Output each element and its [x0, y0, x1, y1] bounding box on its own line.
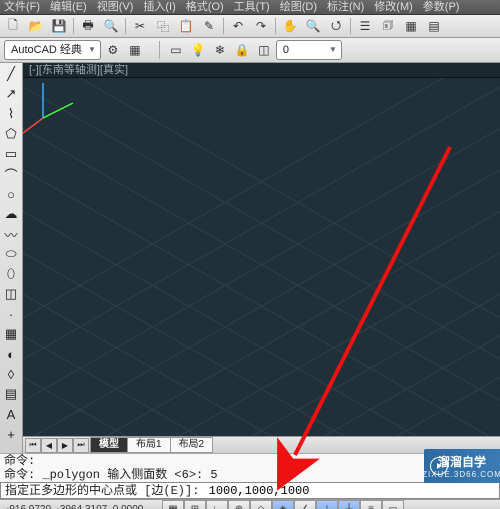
print-icon[interactable]: 🖶: [77, 16, 99, 36]
ducs-toggle[interactable]: ⊥: [316, 500, 338, 509]
pan-icon[interactable]: ✋: [279, 16, 301, 36]
otrack-toggle[interactable]: ∠: [294, 500, 316, 509]
layer-select[interactable]: 0: [276, 40, 342, 60]
new-icon[interactable]: 🗋: [2, 16, 24, 36]
lwt-toggle[interactable]: ≡: [360, 500, 382, 509]
menu-file[interactable]: 文件(F): [4, 0, 40, 14]
addsel-icon[interactable]: +: [2, 425, 20, 443]
menu-bar: 文件(F) 编辑(E) 视图(V) 插入(I) 格式(O) 工具(T) 绘图(D…: [0, 0, 500, 15]
line-icon[interactable]: ╱: [2, 65, 20, 83]
calc-icon[interactable]: ▤: [423, 16, 445, 36]
command-prompt: 指定正多边形的中心点或 [边(E)]:: [5, 484, 199, 498]
menu-insert[interactable]: 插入(I): [143, 0, 175, 14]
drawing-canvas[interactable]: [23, 78, 500, 436]
menu-param[interactable]: 参数(P): [423, 0, 460, 14]
menu-edit[interactable]: 编辑(E): [50, 0, 87, 14]
tab-layout2[interactable]: 布局2: [170, 437, 214, 453]
osnap-toggle[interactable]: ◇: [250, 500, 272, 509]
gear-icon[interactable]: ⚙: [103, 41, 123, 59]
workspace-save-icon[interactable]: ▦: [125, 41, 145, 59]
mtext-icon[interactable]: A: [2, 405, 20, 423]
layer-icon[interactable]: ▭: [166, 41, 186, 59]
ellipse-arc-icon[interactable]: ⬯: [2, 265, 20, 283]
watermark-url: ZIXUE.3D66.COM: [422, 470, 500, 479]
spline-icon[interactable]: 〰: [2, 225, 20, 243]
3dosnap-toggle[interactable]: ◈: [272, 500, 294, 509]
xline-icon[interactable]: ↗: [2, 85, 20, 103]
layer-color-icon[interactable]: ◫: [254, 41, 274, 59]
ucs-icon: [23, 78, 83, 138]
standard-toolbar: 🗋 📂 💾 🖶 🔍 ✂ ⿻ 📋 ✎ ↶ ↷ ✋ 🔍 ⭯ ☰ 🗊 ▦ ▤: [0, 15, 500, 38]
region-icon[interactable]: ◊: [2, 365, 20, 383]
tab-layout1[interactable]: 布局1: [127, 437, 171, 453]
menu-view[interactable]: 视图(V): [97, 0, 134, 14]
arc-icon[interactable]: ⌒: [2, 165, 20, 183]
layer-state-icon[interactable]: 💡: [188, 41, 208, 59]
revcloud-icon[interactable]: ☁: [2, 205, 20, 223]
gradient-icon[interactable]: ◐: [2, 345, 20, 363]
grid-toggle[interactable]: ⊞: [184, 500, 206, 509]
draw-toolbar: ╱ ↗ ⌇ ⬠ ▭ ⌒ ○ ☁ 〰 ⬭ ⬯ ◫ · ▦ ◐ ◊ ▤ A +: [0, 63, 23, 453]
copy-icon[interactable]: ⿻: [152, 16, 174, 36]
block-icon[interactable]: ◫: [2, 285, 20, 303]
pline-icon[interactable]: ⌇: [2, 105, 20, 123]
tab-next-icon[interactable]: ▶: [57, 438, 73, 453]
workspace-select[interactable]: AutoCAD 经典: [4, 40, 101, 60]
ellipse-icon[interactable]: ⬭: [2, 245, 20, 263]
workspace-toolbar: AutoCAD 经典 ⚙ ▦ ▭ 💡 ❄ 🔒 ◫ 0: [0, 38, 500, 63]
dyn-toggle[interactable]: ┼: [338, 500, 360, 509]
undo-icon[interactable]: ↶: [227, 16, 249, 36]
tab-prev-icon[interactable]: ◀: [41, 438, 57, 453]
cut-icon[interactable]: ✂: [129, 16, 151, 36]
match-icon[interactable]: ✎: [198, 16, 220, 36]
watermark: 溜溜自学 ZIXUE.3D66.COM: [424, 449, 500, 483]
table-icon[interactable]: ▤: [2, 385, 20, 403]
menu-tools[interactable]: 工具(T): [234, 0, 270, 14]
preview-icon[interactable]: 🔍: [100, 16, 122, 36]
redo-icon[interactable]: ↷: [250, 16, 272, 36]
status-bar: -916.9720, -3964.3107, 0.0000 ▦ ⊞ ∟ ⊕ ◇ …: [0, 499, 500, 509]
tab-model[interactable]: 模型: [90, 437, 128, 453]
polygon-icon[interactable]: ⬠: [2, 125, 20, 143]
command-input-line[interactable]: 指定正多边形的中心点或 [边(E)]:: [0, 482, 500, 499]
zoom-icon[interactable]: 🔍: [302, 16, 324, 36]
palette-icon[interactable]: ▦: [400, 16, 422, 36]
props-icon[interactable]: ☰: [354, 16, 376, 36]
rect-icon[interactable]: ▭: [2, 145, 20, 163]
open-icon[interactable]: 📂: [25, 16, 47, 36]
paste-icon[interactable]: 📋: [175, 16, 197, 36]
layer-freeze-icon[interactable]: ❄: [210, 41, 230, 59]
ortho-toggle[interactable]: ∟: [206, 500, 228, 509]
polar-toggle[interactable]: ⊕: [228, 500, 250, 509]
command-input[interactable]: [207, 483, 411, 499]
tpy-toggle[interactable]: ▭: [382, 500, 404, 509]
viewport-label[interactable]: [-][东南等轴测][真实]: [23, 63, 500, 78]
layer-lock-icon[interactable]: 🔒: [232, 41, 252, 59]
tab-last-icon[interactable]: ⏭: [73, 438, 89, 453]
menu-modify[interactable]: 修改(M): [374, 0, 413, 14]
isometric-grid: [23, 78, 500, 436]
circle-icon[interactable]: ○: [2, 185, 20, 203]
menu-draw[interactable]: 绘图(D): [280, 0, 317, 14]
point-icon[interactable]: ·: [2, 305, 20, 323]
menu-format[interactable]: 格式(O): [186, 0, 224, 14]
snap-toggle[interactable]: ▦: [162, 500, 184, 509]
main-area: ╱ ↗ ⌇ ⬠ ▭ ⌒ ○ ☁ 〰 ⬭ ⬯ ◫ · ▦ ◐ ◊ ▤ A + [-…: [0, 63, 500, 453]
tab-first-icon[interactable]: ⏮: [25, 438, 41, 453]
menu-dim[interactable]: 标注(N): [327, 0, 364, 14]
orbit-icon[interactable]: ⭯: [325, 16, 347, 36]
sheet-icon[interactable]: 🗊: [377, 16, 399, 36]
hatch-icon[interactable]: ▦: [2, 325, 20, 343]
coordinates[interactable]: -916.9720, -3964.3107, 0.0000: [0, 504, 162, 509]
save-icon[interactable]: 💾: [48, 16, 70, 36]
